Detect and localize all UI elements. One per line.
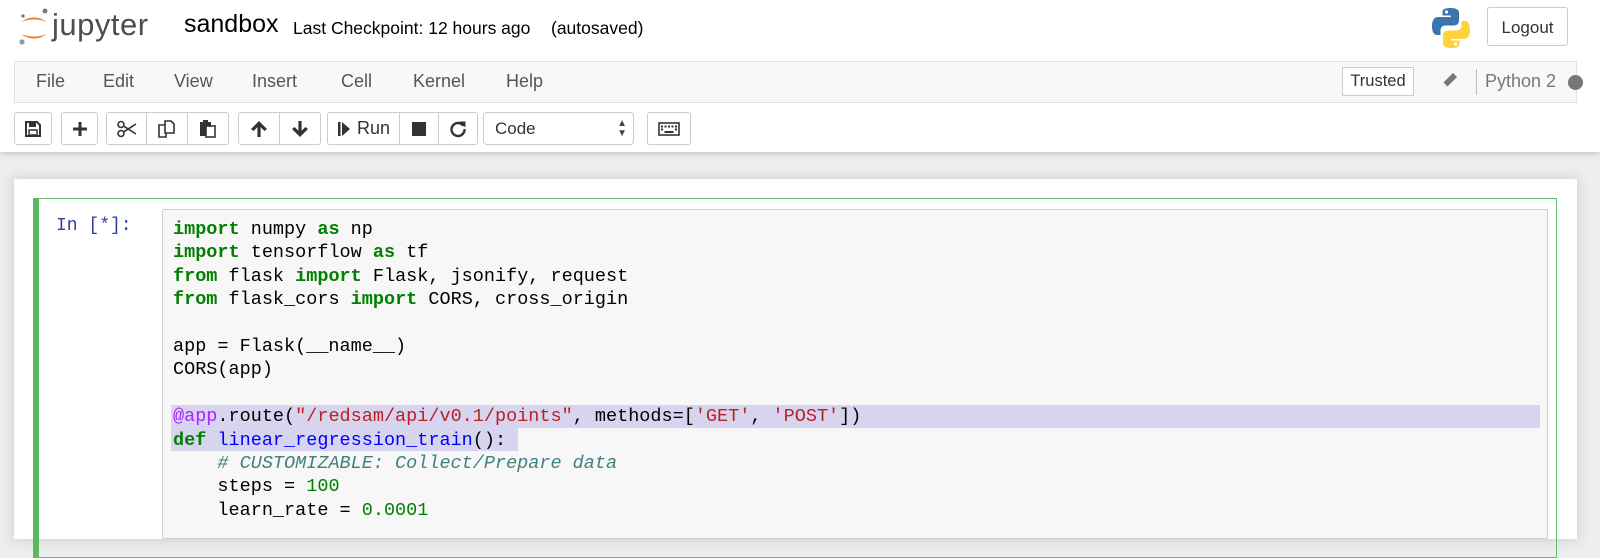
code-token: from [173,265,218,287]
code-token: import [173,219,240,240]
code-token: @app [173,406,218,428]
paste-button[interactable] [187,112,229,145]
code-token: import [173,242,240,264]
jupyter-logo-text: jupyter [52,7,149,42]
menu-view[interactable]: View [174,71,213,92]
menubar: File Edit View Insert Cell Kernel Help T… [14,61,1583,103]
code-line: steps = 100 [173,475,861,498]
move-up-button[interactable] [238,112,280,145]
menu-help[interactable]: Help [506,71,543,92]
interrupt-button[interactable] [399,112,439,145]
kernel-separator [1476,69,1477,95]
code-token: import [350,289,418,311]
logout-button[interactable]: Logout [1487,7,1568,46]
input-prompt: In [*]: [56,216,132,236]
arrow-down-icon [292,120,308,137]
code-token: # CUSTOMIZABLE: Collect/Prepare data [217,452,618,474]
code-token: app = Flask(__name__) [173,335,407,357]
notebook-name[interactable]: sandbox [184,10,279,39]
code-token: flask_cors [217,289,351,311]
cell-type-select[interactable]: Code ▲ ▼ [483,112,634,145]
code-token: learn_rate = [173,499,362,521]
code-token: , methods=[ [572,406,695,428]
code-token: 'POST' [772,406,840,428]
header-top-bar: jupyter sandbox Last Checkpoint: 12 hour… [0,0,1600,60]
code-token: 0.0001 [361,499,429,521]
notebook-header: jupyter sandbox Last Checkpoint: 12 hour… [0,0,1600,152]
paste-icon [200,119,216,138]
save-button[interactable] [14,112,52,145]
stop-icon [412,121,426,136]
copy-icon [158,119,175,138]
trusted-indicator[interactable]: Trusted [1342,67,1414,96]
code-token: import [295,265,362,287]
code-token: , [750,406,773,428]
code-token: numpy [239,219,318,240]
code-token: 100 [306,476,340,498]
code-line: CORS(app) [173,358,861,381]
code-line: import tensorflow as tf [173,241,861,264]
code-line: def linear_regression_train(): [173,429,861,452]
code-token: linear_regression_train [217,429,473,451]
run-icon [337,121,350,136]
code-token: CORS, cross_origin [417,289,629,311]
pencil-icon[interactable] [1441,71,1459,89]
copy-button[interactable] [146,112,188,145]
code-token: ]) [839,406,862,428]
code-token: as [372,242,396,264]
code-token: tensorflow [239,242,373,264]
code-token: Flask, jsonify, request [361,265,629,287]
code-token: flask [217,265,296,287]
kernel-status-indicator [1568,75,1583,90]
code-token: from [173,289,218,311]
code-token: "/redsam/api/v0.1/points" [295,406,573,428]
insert-cell-button[interactable] [61,112,98,145]
jupyter-logo-icon[interactable] [18,8,52,48]
run-button[interactable]: Run [327,112,400,145]
move-down-button[interactable] [279,112,321,145]
menu-file[interactable]: File [36,71,65,92]
command-palette-button[interactable] [647,112,691,145]
code-token: .route( [217,406,296,428]
code-token: (): [472,429,507,451]
cut-button[interactable] [106,112,147,145]
plus-icon [72,121,87,136]
code-line: @app.route("/redsam/api/v0.1/points", me… [173,405,861,428]
cell-type-value: Code [495,119,536,138]
menu-insert[interactable]: Insert [252,71,297,92]
select-arrows-icon: ▲ ▼ [617,118,627,139]
code-token: as [317,219,340,240]
code-line: app = Flask(__name__) [173,335,861,358]
restart-icon [450,121,466,137]
code-line: from flask import Flask, jsonify, reques… [173,265,861,288]
last-checkpoint: Last Checkpoint: 12 hours ago [293,18,531,38]
code-token: CORS(app) [173,359,273,381]
code-token: np [339,219,373,240]
code-token: def [173,429,207,451]
run-label: Run [356,118,391,138]
code-token: 'GET' [694,406,751,428]
autosave-status: (autosaved) [551,18,644,38]
keyboard-icon [658,121,680,136]
scissors-icon [116,120,136,137]
code-line: import numpy as np [173,218,861,241]
code-editor[interactable]: import numpy as np import tensorflow as t… [173,218,861,522]
code-line: # CUSTOMIZABLE: Collect/Prepare data [173,452,861,475]
restart-button[interactable] [438,112,478,145]
menu-kernel[interactable]: Kernel [413,71,465,92]
menu-edit[interactable]: Edit [103,71,134,92]
code-line: from flask_cors import CORS, cross_origi… [173,288,861,311]
python-logo-icon [1432,8,1470,48]
menu-cell[interactable]: Cell [341,71,372,92]
arrow-up-icon [251,120,267,137]
save-icon [25,120,41,137]
code-token: steps = [173,476,307,498]
code-line: learn_rate = 0.0001 [173,499,861,522]
code-token: tf [395,242,429,264]
kernel-name[interactable]: Python 2 [1485,71,1556,92]
